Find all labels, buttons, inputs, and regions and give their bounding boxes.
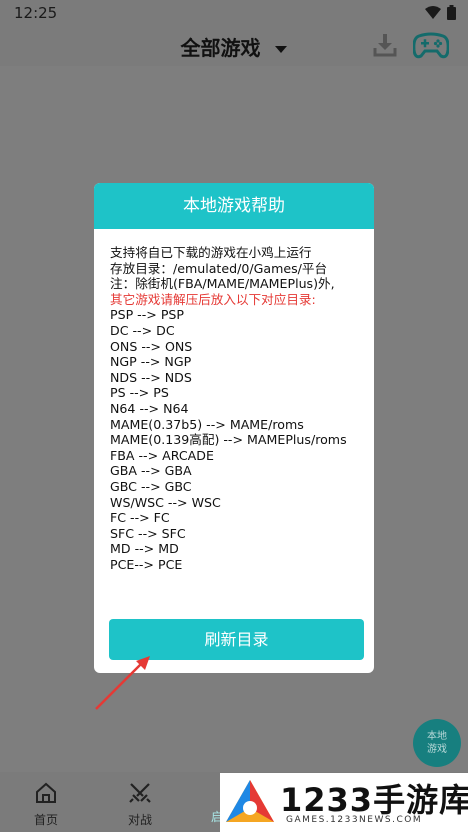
watermark-banner: 1233手游库 GAMES.1233NEWS.COM (220, 773, 468, 832)
app-bar: 全部游戏 (0, 26, 468, 66)
help-line: PSP --> PSP (110, 307, 185, 323)
help-line: N64 --> N64 (110, 400, 189, 416)
help-line: 支持将自已下载的游戏在小鸡上运行 (110, 245, 312, 260)
red-arrow-annotation (95, 656, 150, 710)
gamepad-icon[interactable] (413, 32, 449, 60)
watermark-url: GAMES.1233NEWS.COM (286, 815, 423, 825)
watermark-logo-icon (226, 780, 274, 822)
status-icons (425, 5, 456, 20)
help-line: ONS --> ONS (110, 338, 193, 354)
help-line: MAME(0.139高配) --> MAMEPlus/roms (110, 432, 347, 448)
status-time: 12:25 (14, 4, 58, 22)
help-line: 注：除街机(FBA/MAME/MAMEPlus)外, (110, 276, 335, 292)
help-line: DC --> DC (110, 322, 175, 338)
help-line: NDS --> NDS (110, 369, 192, 385)
nav-label-battle: 对战 (127, 813, 152, 827)
fab-label-line1: 本地 (427, 731, 447, 742)
nav-label-home: 首页 (33, 813, 58, 827)
nav-item-home[interactable]: 首页 (16, 782, 76, 828)
help-line: FC --> FC (110, 510, 170, 526)
page-title: 全部游戏 (180, 36, 261, 60)
help-line: WS/WSC --> WSC (110, 494, 221, 510)
fab-label-line2: 游戏 (427, 744, 447, 755)
help-line: PS --> PS (110, 385, 169, 401)
battery-icon (447, 5, 456, 20)
home-icon (36, 782, 56, 803)
help-line-warning: 其它游戏请解压后放入以下对应目录: (110, 291, 316, 307)
help-line: PCE--> PCE (110, 556, 183, 572)
dialog-title: 本地游戏帮助 (94, 183, 374, 229)
status-bar: 12:25 (0, 0, 468, 26)
help-line: NGP --> NGP (110, 354, 192, 370)
help-line: GBC --> GBC (110, 478, 192, 494)
help-line: 存放目录：/emulated/0/Games/平台 (110, 260, 328, 276)
help-line: SFC --> SFC (110, 525, 186, 541)
wifi-icon (425, 5, 441, 19)
nav-item-battle[interactable]: 对战 (110, 782, 170, 828)
refresh-directory-button[interactable]: 刷新目录 (109, 619, 364, 660)
help-line: GBA --> GBA (110, 463, 192, 479)
help-line: MD --> MD (110, 541, 179, 557)
help-line: MAME(0.37b5) --> MAME/roms (110, 416, 304, 432)
help-line: FBA --> ARCADE (110, 447, 214, 463)
dialog-body: 支持将自已下载的游戏在小鸡上运行 存放目录：/emulated/0/Games/… (94, 229, 374, 572)
crossed-swords-icon (129, 783, 151, 803)
local-games-fab[interactable]: 本地 游戏 (413, 719, 461, 767)
caret-down-icon (275, 45, 288, 53)
download-icon[interactable] (372, 32, 398, 58)
local-games-help-dialog: 本地游戏帮助 支持将自已下载的游戏在小鸡上运行 存放目录：/emulated/0… (94, 183, 374, 673)
